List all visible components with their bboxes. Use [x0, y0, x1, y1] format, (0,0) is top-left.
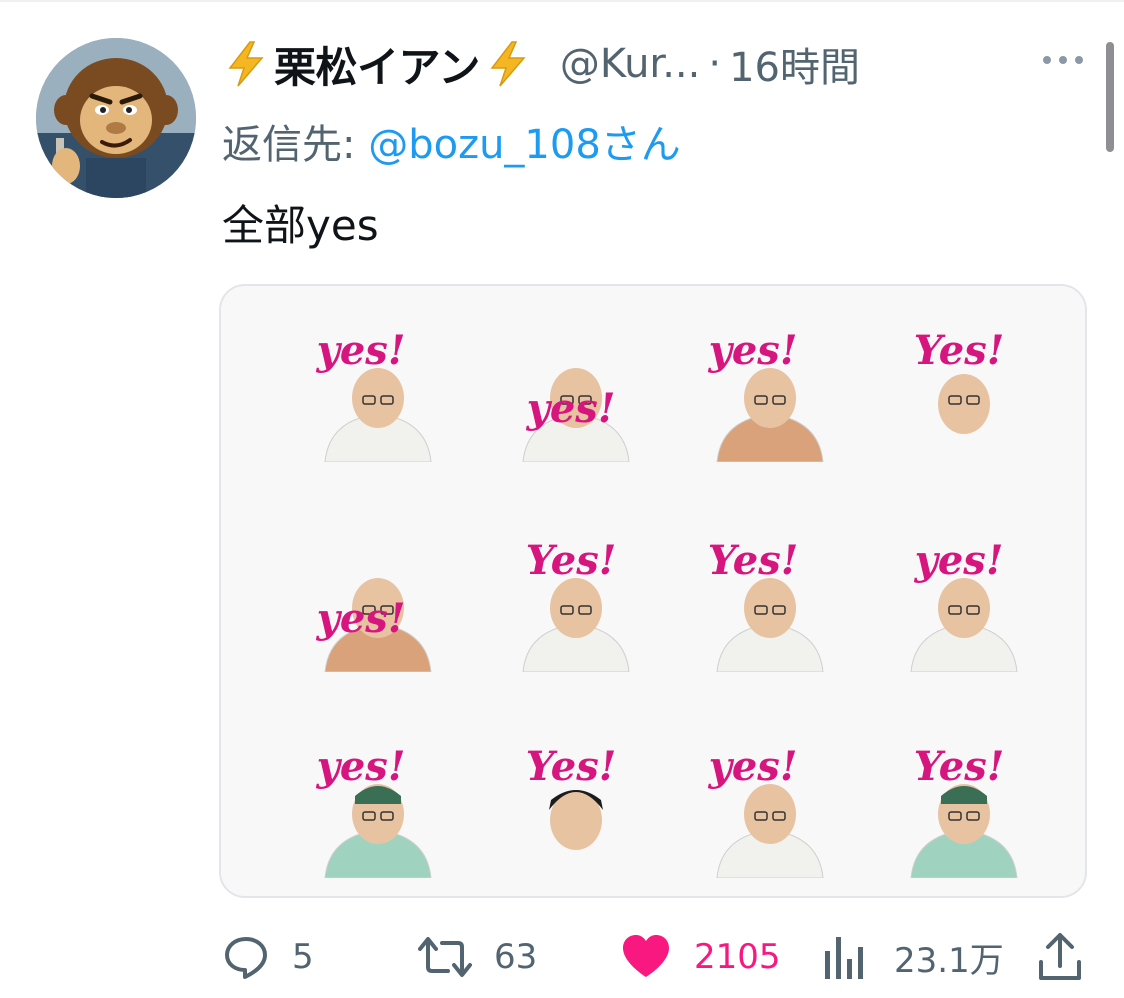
sticker-caption: yes! — [316, 327, 406, 374]
sticker-caption: yes! — [316, 743, 406, 790]
sticker-pointing: Yes! — [695, 522, 845, 672]
reply-count: 5 — [292, 937, 314, 977]
retweet-count: 63 — [494, 937, 538, 977]
lightning-icon — [486, 40, 530, 88]
display-name[interactable]: 栗松イアン — [274, 34, 480, 95]
views-count: 23.1万 — [894, 940, 1004, 981]
action-bar: 5 63 2105 23.1万 — [0, 924, 1124, 994]
sticker-pointing-up: yes! — [303, 312, 453, 462]
sticker-both-hands-up: Yes! — [501, 522, 651, 672]
retweet-icon — [418, 937, 472, 977]
sticker-caption: Yes! — [708, 537, 799, 584]
sticker-salute: yes! — [889, 522, 1039, 672]
retweet-button[interactable]: 63 — [418, 924, 537, 990]
bar-chart-icon — [825, 937, 863, 979]
sticker-caption: yes! — [316, 595, 406, 642]
reply-context: 返信先: @bozu_108さん — [222, 112, 681, 170]
like-button[interactable]: 2105 — [620, 924, 781, 990]
timestamp[interactable]: 16時間 — [729, 35, 860, 93]
sticker-smile: yes! — [695, 728, 845, 878]
sticker-glasses-face: Yes! — [889, 312, 1039, 462]
reply-button[interactable]: 5 — [222, 924, 314, 990]
sticker-caption: Yes! — [526, 743, 617, 790]
avatar-monkey-character — [36, 38, 196, 198]
sticker-caption: yes! — [708, 743, 798, 790]
sticker-face: Yes! — [501, 728, 651, 878]
share-upload-icon — [1039, 933, 1081, 980]
heart-icon — [623, 935, 669, 977]
sticker-caption: Yes! — [526, 537, 617, 584]
sticker-caption: yes! — [708, 327, 798, 374]
share-button[interactable] — [1036, 924, 1084, 990]
tweet-text: 全部yes — [222, 201, 379, 250]
sticker-caption: yes! — [526, 385, 616, 432]
sticker-belly: yes! — [303, 522, 453, 672]
lightning-icon — [224, 40, 268, 88]
more-dots-icon[interactable] — [1040, 44, 1086, 74]
top-divider — [0, 0, 1124, 2]
like-count: 2105 — [694, 937, 781, 977]
reply-bubble-icon — [225, 937, 267, 979]
separator-dot: · — [708, 41, 722, 87]
sticker-surgeon: yes! — [303, 728, 453, 878]
media-image[interactable]: yes! yes! yes! Yes! yes! Yes! Yes! yes! yes! Yes!… — [219, 284, 1087, 898]
avatar[interactable] — [36, 38, 196, 198]
sticker-caption: Yes! — [914, 327, 1005, 374]
sticker-shirtless-hands: yes! — [695, 312, 845, 462]
sticker-surgeon-gloves: Yes! — [889, 728, 1039, 878]
sticker-caption: yes! — [914, 537, 1004, 584]
views-button[interactable]: 23.1万 — [822, 924, 1004, 990]
scrollbar[interactable] — [1106, 42, 1114, 152]
user-handle[interactable]: @Kur... — [560, 41, 701, 87]
tweet-header: 栗松イアン @Kur... · 16時間 — [224, 34, 860, 94]
sticker-phone: yes! — [501, 312, 651, 462]
reply-prefix: 返信先: — [222, 122, 369, 168]
sticker-caption: Yes! — [914, 743, 1005, 790]
reply-mention-link[interactable]: @bozu_108さん — [368, 122, 681, 168]
